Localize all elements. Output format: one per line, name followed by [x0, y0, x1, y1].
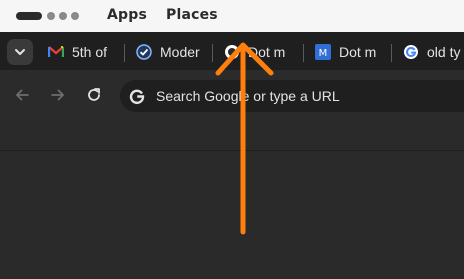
apps-menu[interactable]: Apps — [107, 7, 147, 23]
places-menu[interactable]: Places — [166, 7, 218, 23]
workspace-indicator-dot[interactable] — [47, 12, 55, 20]
page-content — [0, 120, 464, 279]
system-top-bar: Apps Places — [0, 0, 464, 32]
tab-dot-m-2[interactable]: M Dot m — [315, 40, 385, 64]
forward-button[interactable] — [48, 85, 68, 105]
reload-button[interactable] — [84, 85, 104, 105]
workspace-indicator-dot[interactable] — [71, 12, 79, 20]
modern-site-icon — [136, 44, 152, 60]
forward-arrow-icon — [51, 89, 64, 101]
tab-old-ty[interactable]: old ty — [403, 40, 464, 64]
tab-gmail[interactable]: 5th of — [48, 40, 120, 64]
tab-title: Dot m — [339, 44, 377, 60]
tab-title: old ty — [427, 44, 461, 60]
gmail-icon — [48, 44, 64, 60]
tab-title: Moder — [160, 44, 200, 60]
chrome-icon — [224, 44, 240, 60]
tab-separator — [212, 44, 213, 62]
workspace-indicator-active[interactable] — [16, 12, 42, 20]
svg-text:M: M — [319, 48, 328, 59]
tab-search-button[interactable] — [7, 39, 33, 65]
address-bar-placeholder: Search Google or type a URL — [156, 88, 340, 104]
back-button[interactable] — [12, 85, 32, 105]
tab-separator — [124, 44, 125, 62]
tab-separator — [391, 44, 392, 62]
bookmarks-divider — [0, 150, 464, 151]
google-g-icon — [128, 87, 146, 109]
browser-toolbar: Search Google or type a URL — [0, 70, 464, 120]
tab-strip: 5th of Moder Dot m M Dot m old ty — [0, 32, 464, 70]
back-arrow-icon — [16, 89, 29, 101]
workspace-indicator-dot[interactable] — [59, 12, 67, 20]
chevron-down-icon — [15, 49, 25, 55]
reload-icon — [88, 88, 100, 101]
tab-title: 5th of — [72, 44, 108, 60]
google-icon — [403, 44, 419, 60]
tab-dot-m-1[interactable]: Dot m — [224, 40, 300, 64]
dot-m-icon: M — [315, 44, 331, 60]
tab-title: Dot m — [248, 44, 286, 60]
tab-separator — [303, 44, 304, 62]
tab-moder[interactable]: Moder — [136, 40, 206, 64]
address-bar[interactable]: Search Google or type a URL — [120, 80, 464, 112]
